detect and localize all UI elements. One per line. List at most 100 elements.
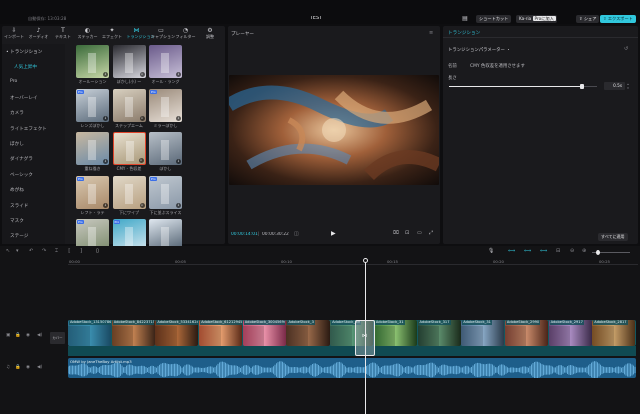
sidebar-item[interactable]: ライトエフェクト	[10, 126, 47, 132]
download-icon[interactable]: ⇩	[103, 72, 108, 77]
track-audio-icon[interactable]: ◀)	[37, 333, 42, 338]
audio-mute-icon[interactable]: ◀)	[37, 365, 42, 370]
reset-icon[interactable]: ↺	[624, 46, 628, 52]
ratio-icon[interactable]: ▭	[417, 230, 422, 236]
play-icon[interactable]: ▶	[331, 230, 336, 237]
tab-import[interactable]: ⇩ インポート	[4, 27, 24, 41]
track-lock-icon[interactable]: ▣	[6, 333, 10, 338]
sidebar-item[interactable]: マスク	[10, 218, 24, 224]
transition-thumb[interactable]: ⇩	[112, 132, 146, 165]
video-clip[interactable]: AdobeStock_317	[417, 320, 461, 346]
pointer-icon[interactable]: ↖	[6, 248, 10, 254]
playhead[interactable]	[363, 258, 368, 414]
playhead-handle[interactable]	[363, 258, 368, 263]
zoom-slider[interactable]	[592, 250, 630, 255]
cover-button[interactable]: カバー	[50, 332, 65, 344]
share-button[interactable]: ⇪ シェア	[576, 15, 600, 23]
zoom-out-icon[interactable]: ⊖	[570, 248, 574, 254]
audio-track[interactable]	[68, 358, 636, 378]
transition-thumb[interactable]: ⇩	[76, 132, 109, 165]
video-clip[interactable]: AdobeStock_2817	[592, 320, 636, 346]
track-visibility-icon[interactable]: ◉	[26, 333, 30, 338]
layout-icon[interactable]: ▤	[460, 15, 470, 23]
transition-thumb[interactable]: ⇩	[149, 45, 182, 78]
fit-icon[interactable]: ⊡	[405, 230, 409, 236]
tab-effect[interactable]: ✦ エフェクト	[102, 27, 122, 41]
sidebar-item[interactable]: 人気上昇中	[14, 64, 37, 70]
tab-filter[interactable]: ◔ フィルター	[176, 27, 196, 41]
tab-audio[interactable]: ♪ オーディオ	[29, 27, 49, 41]
undo-icon[interactable]: ↶	[29, 248, 33, 254]
magnet-icon[interactable]: ⟺	[524, 248, 531, 254]
transition-thumb[interactable]: ⇩	[149, 132, 182, 165]
apply-all-button[interactable]: すべてに適用	[598, 233, 628, 241]
sidebar-item[interactable]: めがね	[10, 187, 24, 193]
video-clip[interactable]: AdobeStock_2990	[504, 320, 548, 346]
duration-slider-knob[interactable]	[580, 84, 585, 89]
dropdown-icon[interactable]: ▾	[16, 248, 19, 254]
video-clip[interactable]: AdobeStock_13150786	[68, 320, 112, 346]
duration-input[interactable]: 0.5s	[604, 82, 625, 90]
export-button[interactable]: ⇧ エクスポート	[600, 15, 636, 23]
download-icon[interactable]: ⇩	[176, 202, 181, 208]
chevron-icon[interactable]: ◫	[294, 231, 299, 237]
download-icon[interactable]: ⇩	[103, 159, 108, 164]
video-clip[interactable]: AdobeStock_2917	[548, 320, 592, 346]
transition-thumb[interactable]: ⇩	[112, 88, 146, 122]
video-clip[interactable]: AdobeStock_61212945	[199, 320, 243, 346]
download-icon[interactable]: ⇩	[103, 115, 108, 121]
download-icon[interactable]: ⇩	[138, 158, 144, 163]
duration-stepper[interactable]: ▴ ▾	[625, 82, 631, 90]
video-clip[interactable]: AdobeStock_30045694	[242, 320, 286, 346]
tab-transition[interactable]: ⋈ トランジション	[127, 27, 155, 41]
transition-thumb[interactable]: ⇩	[76, 45, 109, 78]
zoom-in-icon[interactable]: ⊕	[582, 248, 586, 254]
video-clip[interactable]: AdobeStock_31	[461, 320, 505, 346]
fullscreen-icon[interactable]: ⤢	[429, 230, 433, 236]
download-icon[interactable]: ⇩	[139, 115, 145, 121]
download-icon[interactable]: ⇩	[176, 72, 181, 77]
microphone-icon[interactable]: 🎙	[488, 248, 494, 254]
sidebar-item[interactable]: ステージ	[10, 233, 28, 239]
redo-icon[interactable]: ↷	[42, 248, 46, 254]
sidebar-item[interactable]: オーバーレイ	[10, 95, 38, 101]
crop-icon[interactable]: ⌧	[393, 230, 399, 236]
shortcut-button[interactable]: ショートカット	[476, 15, 512, 23]
transition-thumb[interactable]: Pro ⇩	[76, 88, 109, 122]
transition-thumb[interactable]: ⇩	[112, 45, 146, 78]
sidebar-item[interactable]: ダイナグラ	[10, 156, 33, 162]
zoom-slider-knob[interactable]	[596, 250, 600, 255]
transition-thumb[interactable]: Pro ⇩	[76, 175, 109, 209]
tab-text[interactable]: T テキスト	[53, 27, 73, 41]
sidebar-item[interactable]: ぼかし	[10, 141, 24, 147]
sidebar-item[interactable]: Pro	[10, 79, 17, 84]
transition-thumb[interactable]: Pro ⇩	[149, 175, 182, 209]
sidebar-item[interactable]: カメラ	[10, 110, 24, 116]
link-icon[interactable]: ⟺	[508, 248, 515, 254]
tab-sticker[interactable]: ◐ ステッカー	[78, 27, 98, 41]
download-icon[interactable]: ⇩	[176, 115, 181, 121]
transition-thumb[interactable]: Pro ⇩	[149, 88, 182, 122]
audio-visibility-icon[interactable]: ◉	[26, 365, 30, 370]
sidebar-item[interactable]: スライド	[10, 203, 28, 209]
video-clip[interactable]: AdobeStock_3	[286, 320, 330, 346]
track-lock2-icon[interactable]: 🔒	[15, 333, 21, 338]
snap-icon[interactable]: ⟺	[540, 248, 547, 254]
delete-right-icon[interactable]: ⟧	[80, 248, 82, 254]
video-clip[interactable]: AdobeStock_31	[373, 320, 417, 346]
preview-axis-icon[interactable]: ⊟	[556, 248, 560, 254]
video-clip[interactable]: AdobeStock_84223715	[111, 320, 155, 346]
sidebar-item[interactable]: ベーシック	[10, 172, 33, 178]
delete-left-icon[interactable]: ⟦	[68, 248, 70, 254]
menu-icon[interactable]: ≡	[429, 30, 433, 36]
transition-thumb[interactable]: ⇩	[112, 175, 146, 209]
audio-lock-icon[interactable]: 🔒	[15, 365, 21, 370]
download-icon[interactable]: ⇩	[139, 202, 145, 208]
video-clip[interactable]: AdobeStock_53341624	[155, 320, 199, 346]
split-icon[interactable]: ⌶	[55, 248, 58, 254]
delete-icon[interactable]: ▯	[96, 248, 99, 254]
download-icon[interactable]: ⇩	[103, 202, 108, 208]
download-icon[interactable]: ⇩	[139, 72, 145, 77]
download-icon[interactable]: ⇩	[176, 159, 181, 164]
tab-caption[interactable]: ▭ キャプション	[151, 27, 175, 41]
